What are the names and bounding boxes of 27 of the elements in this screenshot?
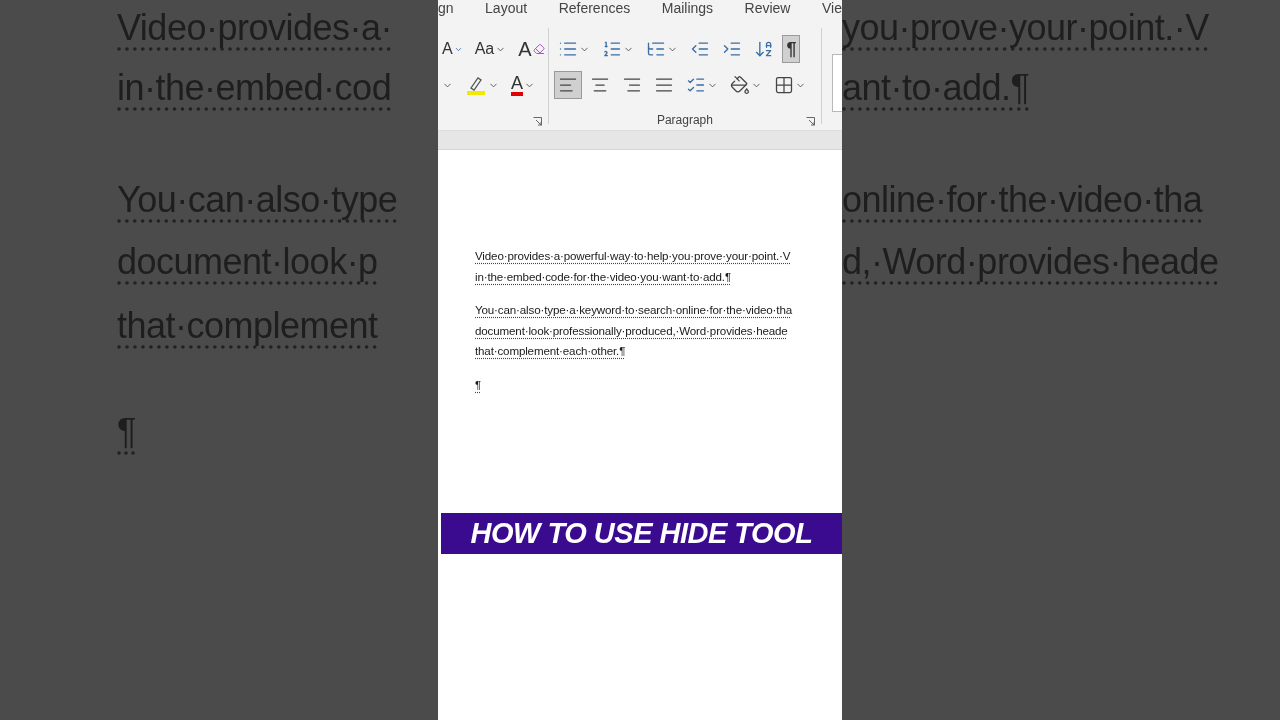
align-left-button[interactable]: [554, 71, 583, 99]
ribbon-tab[interactable]: Review: [744, 0, 791, 18]
change-case-button[interactable]: Aa: [470, 35, 511, 63]
blurred-text-line: ¶: [117, 410, 136, 454]
dialog-launcher-icon[interactable]: [806, 117, 816, 126]
document-text-line: ¶: [475, 376, 483, 393]
document-text-line: Video·provides·a·powerful·way·to·help·you·prove·your·point.·V: [475, 248, 792, 264]
font-color-button[interactable]: A: [507, 71, 539, 99]
numbered-list-icon: [602, 39, 623, 59]
borders-icon: [774, 75, 795, 95]
group-label: Paragraph: [656, 113, 713, 127]
dialog-launcher-icon[interactable]: [533, 117, 542, 126]
document-text-line: You·can·also·type·a·keyword·to·search·online·for·the·video·tha: [475, 302, 793, 318]
ribbon-tab[interactable]: Mailings: [661, 0, 714, 18]
paint-bucket-icon: [730, 75, 751, 95]
show-marks-button[interactable]: ¶: [782, 35, 801, 63]
document-text-line: in·the·embed·code·for·the·video·you·want·to·add.¶: [475, 268, 732, 285]
ribbon-tab[interactable]: Layout: [485, 0, 528, 18]
clear-format-button[interactable]: A: [514, 35, 549, 63]
ribbon-tab[interactable]: gn: [438, 0, 454, 18]
document-text-line: document·look·professionally·produced,·Word·provides·heade: [475, 322, 789, 339]
document-text-line: that·complement·each·other.¶: [475, 343, 627, 359]
ribbon-tab[interactable]: Vie: [822, 0, 842, 18]
grow-font-button[interactable]: A: [438, 35, 467, 63]
eraser-icon: [532, 43, 545, 55]
ribbon-tab[interactable]: References: [558, 0, 631, 18]
title-banner: HOW TO USE HIDE TOOL: [441, 513, 842, 554]
